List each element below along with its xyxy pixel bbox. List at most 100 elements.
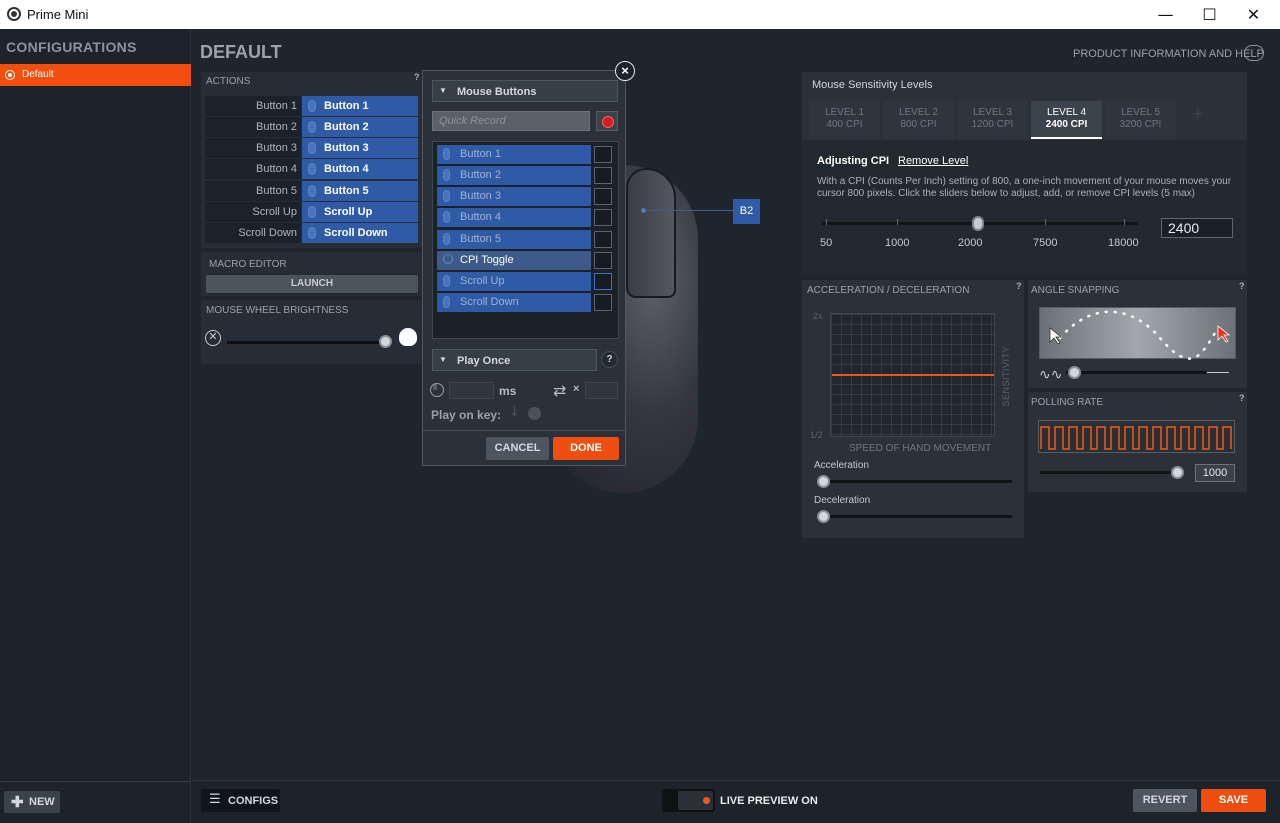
delay-ms-input[interactable] (449, 382, 494, 399)
product-help-link[interactable]: PRODUCT INFORMATION AND HELP (1073, 48, 1264, 60)
level-tab-4[interactable]: LEVEL 4 2400 CPI (1031, 101, 1102, 139)
mouse-icon (308, 206, 316, 218)
deceleration-slider-track[interactable] (820, 515, 1012, 518)
list-item[interactable]: Button 5 (437, 230, 591, 249)
action-value[interactable]: Button 1 (302, 96, 418, 116)
list-item[interactable]: Button 1 (437, 145, 591, 164)
item-checkbox[interactable] (594, 294, 612, 311)
quick-record-input[interactable]: Quick Record (432, 111, 590, 131)
repeat-icon: ⇄ (553, 381, 567, 400)
callout-dot (641, 208, 646, 213)
level-tab-1[interactable]: LEVEL 1 400 CPI (809, 101, 880, 139)
title-bar: Prime Mini — ☐ ✕ (0, 0, 1280, 29)
mouse-icon (308, 142, 316, 154)
record-button[interactable] (596, 111, 618, 131)
item-checkbox[interactable] (594, 146, 612, 163)
action-value[interactable]: Button 5 (302, 181, 418, 201)
action-value[interactable]: Scroll Up (302, 202, 418, 222)
level-tab-5[interactable]: LEVEL 5 3200 CPI (1105, 101, 1176, 139)
brightness-slider-track[interactable] (227, 341, 391, 344)
done-button[interactable]: DONE (553, 437, 619, 460)
polling-rate-input[interactable]: 1000 (1195, 464, 1235, 482)
action-value[interactable]: Button 2 (302, 117, 418, 137)
item-checkbox[interactable] (594, 273, 612, 290)
list-item[interactable]: Button 4 (437, 208, 591, 227)
cpi-slider-handle[interactable] (972, 216, 984, 231)
action-row[interactable]: Scroll Up Scroll Up (205, 202, 418, 222)
acceleration-slider-track[interactable] (820, 480, 1012, 483)
active-config-icon (5, 70, 15, 80)
action-value[interactable]: Scroll Down (302, 223, 418, 243)
mouse-icon (308, 121, 316, 133)
item-checkbox[interactable] (594, 209, 612, 226)
item-checkbox[interactable] (594, 188, 612, 205)
close-window-button[interactable]: ✕ (1231, 0, 1276, 29)
live-preview-toggle[interactable] (662, 789, 715, 812)
action-row[interactable]: Button 4 Button 4 (205, 159, 418, 179)
repeat-count-input[interactable] (585, 382, 618, 399)
launch-macro-button[interactable]: LAUNCH (206, 275, 418, 293)
level-tab-2[interactable]: LEVEL 2 800 CPI (883, 101, 954, 139)
play-on-key-toggle[interactable] (528, 407, 541, 420)
action-row[interactable]: Button 1 Button 1 (205, 96, 418, 116)
cpi-value-input[interactable]: 2400 (1161, 218, 1233, 238)
accel-help-icon[interactable]: ? (1016, 281, 1022, 291)
slider-tick (826, 219, 827, 225)
brightness-slider-handle[interactable] (379, 335, 392, 348)
b2-callout[interactable]: B2 (733, 199, 760, 224)
popup-close-button[interactable]: × (615, 61, 635, 81)
config-item-default[interactable]: Default (0, 64, 191, 86)
list-item[interactable]: Scroll Up (437, 272, 591, 291)
angle-slider-handle[interactable] (1068, 366, 1081, 379)
polling-help-icon[interactable]: ? (1239, 393, 1245, 403)
revert-button[interactable]: REVERT (1133, 789, 1197, 812)
live-preview-label: LIVE PREVIEW ON (720, 795, 818, 807)
list-item[interactable]: CPI Toggle (437, 251, 591, 270)
configurations-sidebar: CONFIGURATIONS Default ✚ NEW (0, 29, 191, 823)
polling-slider-handle[interactable] (1171, 466, 1184, 479)
configs-button[interactable]: ☰ CONFIGS (201, 789, 280, 812)
sidebar-header: CONFIGURATIONS (6, 39, 137, 55)
item-checkbox[interactable] (594, 252, 612, 269)
remove-level-link[interactable]: Remove Level (898, 155, 968, 167)
minimize-button[interactable]: — (1143, 0, 1188, 29)
mouse-icon (443, 275, 450, 287)
play-on-key-label: Play on key: (431, 408, 502, 422)
list-item[interactable]: Button 3 (437, 187, 591, 206)
angle-slider-track[interactable] (1066, 371, 1206, 374)
action-row[interactable]: Button 2 Button 2 (205, 117, 418, 137)
polling-slider-track[interactable] (1040, 471, 1183, 474)
new-config-button[interactable]: ✚ NEW (4, 791, 60, 813)
maximize-button[interactable]: ☐ (1187, 0, 1232, 29)
item-checkbox[interactable] (594, 231, 612, 248)
acceleration-slider-handle[interactable] (817, 475, 830, 488)
play-mode-dropdown[interactable]: ▼ Play Once (432, 349, 597, 371)
action-name: Button 3 (205, 138, 301, 158)
add-level-button[interactable]: + (1183, 100, 1213, 130)
level-tab-3[interactable]: LEVEL 3 1200 CPI (957, 101, 1028, 139)
mouse-icon (308, 185, 316, 197)
actions-help-icon[interactable]: ? (414, 72, 420, 82)
down-arrow-icon[interactable]: ↓ (509, 405, 520, 420)
category-dropdown[interactable]: ▼ Mouse Buttons (432, 80, 618, 102)
mouse-icon (443, 233, 450, 245)
action-row[interactable]: Button 3 Button 3 (205, 138, 418, 158)
list-item[interactable]: Scroll Down (437, 293, 591, 312)
item-checkbox[interactable] (594, 167, 612, 184)
list-item[interactable]: Button 2 (437, 166, 591, 185)
cloud-help-icon[interactable] (1244, 45, 1264, 61)
angle-help-icon[interactable]: ? (1239, 281, 1245, 291)
action-row[interactable]: Scroll Down Scroll Down (205, 223, 418, 243)
cpi-icon (443, 254, 453, 264)
deceleration-slider-handle[interactable] (817, 510, 830, 523)
action-value[interactable]: Button 3 (302, 138, 418, 158)
slider-tick (1124, 219, 1125, 225)
save-button[interactable]: SAVE (1201, 789, 1266, 812)
mouse-icon (308, 100, 316, 112)
action-value[interactable]: Button 4 (302, 159, 418, 179)
cancel-button[interactable]: CANCEL (486, 437, 549, 460)
pause-icon[interactable] (430, 382, 444, 397)
action-row[interactable]: Button 5 Button 5 (205, 181, 418, 201)
times-label: × (573, 383, 580, 395)
play-help-icon[interactable]: ? (601, 351, 618, 368)
